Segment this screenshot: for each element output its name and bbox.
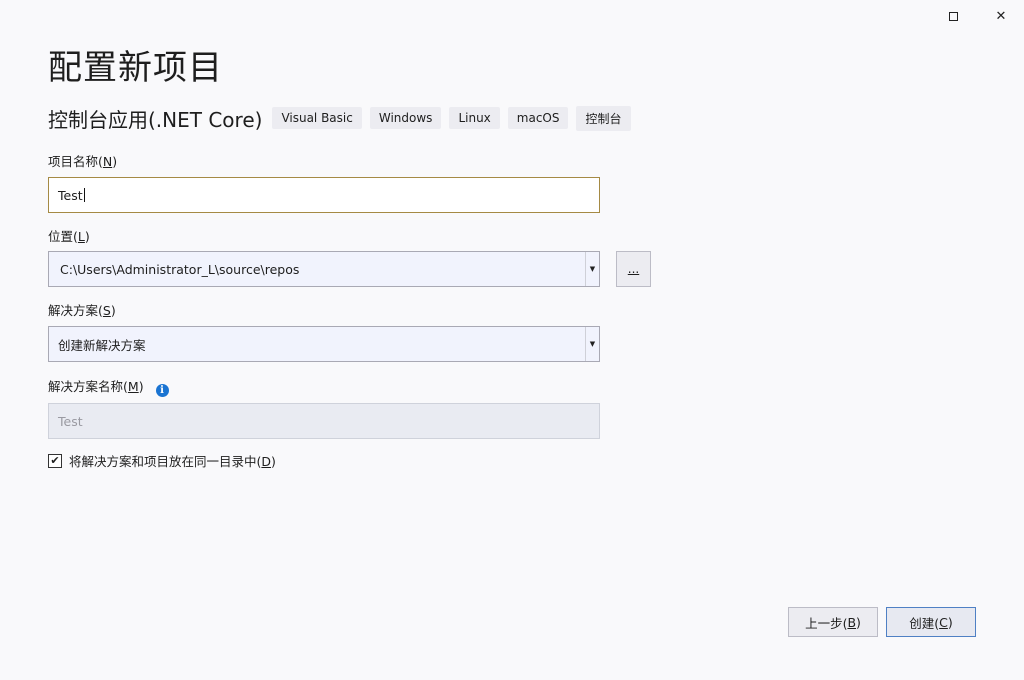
- solution-label: 解决方案(S): [48, 303, 116, 318]
- create-button[interactable]: 创建(C): [886, 607, 976, 637]
- project-name-value: Test: [58, 187, 83, 203]
- project-name-label: 项目名称(N): [48, 154, 118, 169]
- solution-name-value: Test: [58, 413, 83, 429]
- info-icon[interactable]: i: [155, 384, 169, 397]
- maximize-icon: [948, 11, 958, 21]
- template-info: 控制台应用(.NET Core) Visual Basic Windows Li…: [48, 104, 639, 132]
- location-combobox[interactable]: C:\Users\Administrator_L\source\repos ▼: [48, 251, 600, 287]
- location-label: 位置(L): [48, 229, 90, 244]
- close-button[interactable]: ✕: [989, 4, 1013, 28]
- tag-linux: Linux: [449, 107, 500, 129]
- project-name-input[interactable]: Test: [48, 177, 600, 213]
- checkmark-icon: ✔: [50, 454, 60, 467]
- same-directory-checkbox[interactable]: ✔: [48, 453, 62, 468]
- tag-windows: Windows: [369, 107, 442, 129]
- back-button[interactable]: 上一步(B): [788, 607, 878, 637]
- template-name: 控制台应用(.NET Core): [48, 107, 263, 132]
- chevron-down-icon[interactable]: ▼: [585, 327, 599, 361]
- location-value: C:\Users\Administrator_L\source\repos: [60, 261, 300, 277]
- tag-console: 控制台: [576, 105, 631, 131]
- close-icon: ✕: [995, 8, 1007, 24]
- tag-visual-basic: Visual Basic: [272, 107, 362, 129]
- same-directory-label: 将解决方案和项目放在同一目录中(D): [69, 454, 276, 469]
- same-directory-option[interactable]: ✔ 将解决方案和项目放在同一目录中(D): [48, 451, 276, 470]
- page-title: 配置新项目: [48, 48, 223, 88]
- solution-name-input: Test: [48, 403, 600, 439]
- chevron-down-icon[interactable]: ▼: [585, 252, 599, 286]
- maximize-button[interactable]: [941, 4, 965, 28]
- solution-name-label: 解决方案名称(M) i: [48, 376, 169, 397]
- solution-value: 创建新解决方案: [58, 337, 146, 353]
- text-cursor: [83, 188, 85, 202]
- browse-button[interactable]: ...: [616, 251, 651, 287]
- solution-select[interactable]: 创建新解决方案 ▼: [48, 326, 600, 362]
- tag-macos: macOS: [507, 107, 569, 129]
